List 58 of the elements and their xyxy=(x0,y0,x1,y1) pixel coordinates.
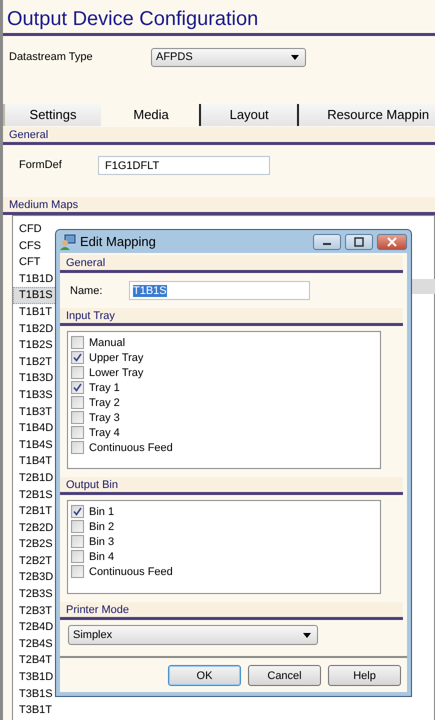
checkbox-label: Bin 1 xyxy=(89,506,114,518)
checkbox[interactable] xyxy=(71,505,84,518)
section-heading: Input Tray xyxy=(60,308,403,326)
checkbox-label: Upper Tray xyxy=(89,352,144,364)
checkbox[interactable] xyxy=(71,441,84,454)
checkbox[interactable] xyxy=(71,426,84,439)
tab[interactable]: Settings xyxy=(3,104,102,126)
dialog-button[interactable]: Help xyxy=(328,665,401,686)
dialog-button[interactable]: OK xyxy=(168,665,241,686)
checkbox[interactable] xyxy=(71,411,84,424)
minimize-button[interactable] xyxy=(313,234,341,250)
field-label: FormDef xyxy=(19,159,63,171)
list-item[interactable]: T3B1T xyxy=(13,702,434,719)
checkbox-label: Tray 1 xyxy=(89,382,120,394)
checkbox[interactable] xyxy=(71,336,84,349)
close-icon xyxy=(386,236,398,246)
section-heading: General xyxy=(3,127,435,145)
tab[interactable]: Resource Mappin xyxy=(297,104,435,126)
checkbox[interactable] xyxy=(71,396,84,409)
datastream-dropdown[interactable]: AFPDS xyxy=(151,48,306,66)
section-heading: Printer Mode xyxy=(60,602,403,620)
checkbox-label: Lower Tray xyxy=(89,366,144,378)
printer-mode-dropdown[interactable]: Simplex xyxy=(68,625,318,645)
checkbox[interactable] xyxy=(71,565,84,578)
checkbox-label: Bin 4 xyxy=(89,550,114,562)
checkbox[interactable] xyxy=(71,366,84,379)
dialog-button[interactable]: Cancel xyxy=(248,665,321,686)
checkbox[interactable] xyxy=(71,535,84,548)
field-label: Datastream Type xyxy=(9,51,94,63)
checkbox[interactable] xyxy=(71,520,84,533)
maximize-icon xyxy=(353,236,365,246)
section-heading: Output Bin xyxy=(60,477,403,495)
input-field[interactable]: F1G1DFLT xyxy=(98,156,270,174)
checkbox[interactable] xyxy=(71,550,84,563)
window-title: Output Device Configuration xyxy=(3,0,435,36)
checkbox-label: Tray 2 xyxy=(89,396,120,408)
section-heading: Medium Maps xyxy=(3,197,435,215)
minimize-icon xyxy=(323,243,331,245)
caret-icon xyxy=(291,54,299,60)
checkbox[interactable] xyxy=(71,351,84,364)
input-field[interactable]: T1B1S xyxy=(129,281,310,300)
tab[interactable]: Layout xyxy=(199,104,298,126)
checkbox-label: Bin 3 xyxy=(89,536,114,548)
caret-icon xyxy=(303,632,311,638)
checkbox-label: Manual xyxy=(89,336,126,348)
checkbox-label: Continuous Feed xyxy=(89,442,173,454)
checkbox-label: Tray 3 xyxy=(89,412,120,424)
selection-highlight xyxy=(412,279,435,294)
dialog-title: Edit Mapping xyxy=(80,234,157,249)
user-computer-icon xyxy=(60,234,76,250)
close-button[interactable] xyxy=(377,234,407,250)
checkbox-label: Continuous Feed xyxy=(89,566,173,578)
section-heading: General xyxy=(60,255,403,273)
checkbox-label: Bin 2 xyxy=(89,520,114,532)
maximize-button[interactable] xyxy=(345,234,373,250)
checkbox-label: Tray 4 xyxy=(89,426,120,438)
field-label: Name: xyxy=(70,284,104,296)
checkbox[interactable] xyxy=(71,381,84,394)
